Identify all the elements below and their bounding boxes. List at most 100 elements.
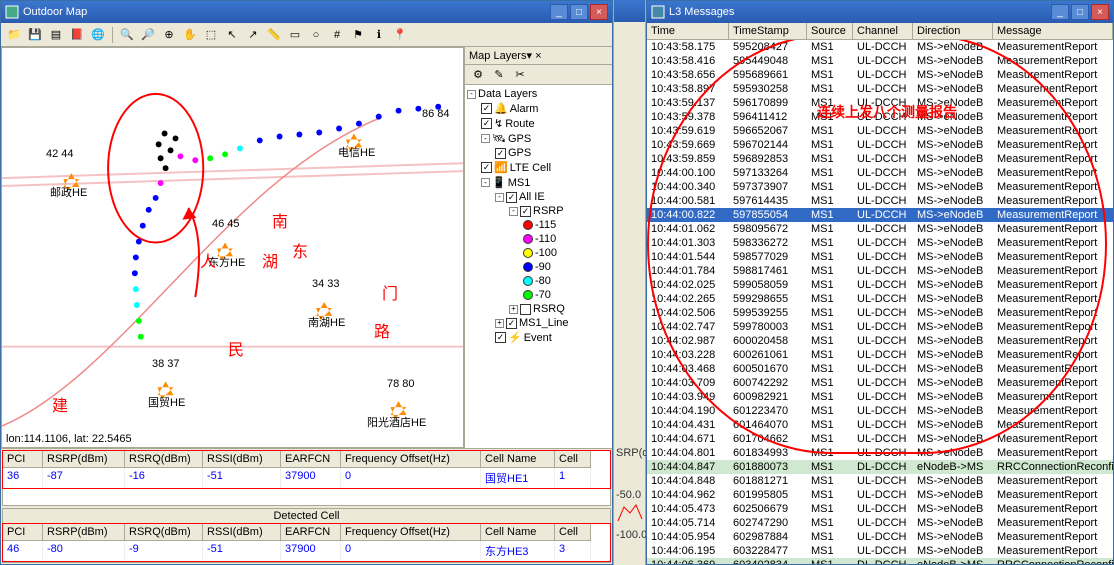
grid-icon[interactable]: # (328, 26, 346, 44)
message-row[interactable]: 10:43:58.175595208427MS1UL-DCCHMS->eNode… (647, 40, 1113, 54)
table-header[interactable]: Frequency Offset(Hz) (341, 524, 481, 541)
msg-header[interactable]: Message (993, 23, 1113, 39)
measure-icon[interactable]: 📏 (265, 26, 283, 44)
table-header[interactable]: Cell Name (481, 524, 555, 541)
map-titlebar[interactable]: Outdoor Map _ □ × (1, 1, 612, 23)
collapse-icon[interactable]: - (509, 207, 518, 216)
message-row[interactable]: 10:43:59.669596702144MS1UL-DCCHMS->eNode… (647, 138, 1113, 152)
message-row[interactable]: 10:43:58.897595930258MS1UL-DCCHMS->eNode… (647, 82, 1113, 96)
msgs-titlebar[interactable]: L3 Messages _ □ × (647, 1, 1113, 23)
message-row[interactable]: 10:44:04.431601464070MS1UL-DCCHMS->eNode… (647, 418, 1113, 432)
table-header[interactable]: RSRP(dBm) (43, 451, 125, 468)
message-row[interactable]: 10:44:01.544598577029MS1UL-DCCHMS->eNode… (647, 250, 1113, 264)
table-header[interactable]: EARFCN (281, 524, 341, 541)
tree-rsrq[interactable]: RSRQ (533, 303, 565, 315)
message-row[interactable]: 10:44:00.822597855054MS1UL-DCCHMS->eNode… (647, 208, 1113, 222)
message-row[interactable]: 10:44:05.954602987884MS1UL-DCCHMS->eNode… (647, 530, 1113, 544)
table-header[interactable]: Cell (555, 451, 591, 468)
tree-ms1line[interactable]: MS1_Line (519, 317, 569, 329)
message-row[interactable]: 10:44:05.714602747290MS1UL-DCCHMS->eNode… (647, 516, 1113, 530)
msg-header[interactable]: Time (647, 23, 729, 39)
message-row[interactable]: 10:44:03.709600742292MS1UL-DCCHMS->eNode… (647, 376, 1113, 390)
save-icon[interactable]: 💾 (26, 26, 44, 44)
minimize-button[interactable]: _ (1051, 4, 1069, 20)
close-button[interactable]: × (590, 4, 608, 20)
message-row[interactable]: 10:44:05.473602506679MS1UL-DCCHMS->eNode… (647, 502, 1113, 516)
msg-header[interactable]: Source (807, 23, 853, 39)
layers-close-icon[interactable]: × (535, 50, 541, 62)
collapse-icon[interactable]: - (495, 193, 504, 202)
layer-tool-2-icon[interactable]: ✎ (490, 66, 508, 84)
message-row[interactable]: 10:43:59.619596652067MS1UL-DCCHMS->eNode… (647, 124, 1113, 138)
tree-alarm[interactable]: Alarm (510, 103, 539, 115)
message-row[interactable]: 10:44:02.506599539255MS1UL-DCCHMS->eNode… (647, 306, 1113, 320)
detected-cell-table[interactable]: PCIRSRP(dBm)RSRQ(dBm)RSSI(dBm)EARFCNFreq… (3, 524, 610, 561)
checkbox[interactable]: ✓ (506, 318, 517, 329)
checkbox[interactable]: ✓ (481, 103, 492, 114)
message-row[interactable]: 10:44:02.265599298655MS1UL-DCCHMS->eNode… (647, 292, 1113, 306)
message-row[interactable]: 10:44:03.949600982921MS1UL-DCCHMS->eNode… (647, 390, 1113, 404)
message-row[interactable]: 10:44:04.801601834993MS1UL-DCCHMS->eNode… (647, 446, 1113, 460)
message-row[interactable]: 10:43:58.656595689661MS1UL-DCCHMS->eNode… (647, 68, 1113, 82)
message-row[interactable]: 10:44:06.369603402834MS1DL-DCCHeNodeB->M… (647, 558, 1113, 564)
close-button[interactable]: × (1091, 4, 1109, 20)
layers-dropdown-icon[interactable]: ▾ (526, 49, 532, 62)
arrow-icon[interactable]: ↗ (244, 26, 262, 44)
table-header[interactable]: RSSI(dBm) (203, 451, 281, 468)
pin-icon[interactable]: 📍 (391, 26, 409, 44)
pan-icon[interactable]: ✋ (181, 26, 199, 44)
message-row[interactable]: 10:44:01.062598095672MS1UL-DCCHMS->eNode… (647, 222, 1113, 236)
expand-icon[interactable]: + (509, 305, 518, 314)
message-row[interactable]: 10:44:02.025599058059MS1UL-DCCHMS->eNode… (647, 278, 1113, 292)
table-header[interactable]: RSRQ(dBm) (125, 451, 203, 468)
zoom-in-icon[interactable]: 🔍 (118, 26, 136, 44)
message-row[interactable]: 10:44:01.784598817461MS1UL-DCCHMS->eNode… (647, 264, 1113, 278)
zoom-out-icon[interactable]: 🔎 (139, 26, 157, 44)
tree-rsrp[interactable]: RSRP (533, 205, 564, 217)
tree-gps2[interactable]: GPS (508, 147, 531, 159)
message-row[interactable]: 10:44:00.340597373907MS1UL-DCCHMS->eNode… (647, 180, 1113, 194)
circle-icon[interactable]: ○ (307, 26, 325, 44)
tree-event[interactable]: Event (524, 332, 552, 344)
message-row[interactable]: 10:44:06.195603228477MS1UL-DCCHMS->eNode… (647, 544, 1113, 558)
message-row[interactable]: 10:44:01.303598336272MS1UL-DCCHMS->eNode… (647, 236, 1113, 250)
message-row[interactable]: 10:43:59.137596170899MS1UL-DCCHMS->eNode… (647, 96, 1113, 110)
checkbox[interactable]: ✓ (495, 148, 506, 159)
checkbox[interactable]: ✓ (520, 206, 531, 217)
flag-icon[interactable]: ⚑ (349, 26, 367, 44)
open-icon[interactable]: 📁 (5, 26, 23, 44)
message-row[interactable]: 10:44:03.468600501670MS1UL-DCCHMS->eNode… (647, 362, 1113, 376)
table-header[interactable]: Cell (555, 524, 591, 541)
message-row[interactable]: 10:44:00.581597614435MS1UL-DCCHMS->eNode… (647, 194, 1113, 208)
layer-tool-1-icon[interactable]: ⚙ (469, 66, 487, 84)
tree-lte[interactable]: LTE Cell (510, 162, 551, 174)
book-icon[interactable]: 📕 (68, 26, 86, 44)
maximize-button[interactable]: □ (1071, 4, 1089, 20)
message-row[interactable]: 10:44:03.228600261061MS1UL-DCCHMS->eNode… (647, 348, 1113, 362)
table-header[interactable]: RSRP(dBm) (43, 524, 125, 541)
collapse-icon[interactable]: - (481, 178, 490, 187)
msg-header[interactable]: TimeStamp (729, 23, 807, 39)
message-row[interactable]: 10:44:02.987600020458MS1UL-DCCHMS->eNode… (647, 334, 1113, 348)
table-header[interactable]: RSRQ(dBm) (125, 524, 203, 541)
table-header[interactable]: EARFCN (281, 451, 341, 468)
pointer-icon[interactable]: ↖ (223, 26, 241, 44)
collapse-icon[interactable]: - (467, 90, 476, 99)
checkbox[interactable]: ✓ (481, 118, 492, 129)
tree-allie[interactable]: All IE (519, 191, 545, 203)
tree-ms1[interactable]: MS1 (508, 177, 531, 189)
checkbox[interactable] (520, 304, 531, 315)
table-header[interactable]: Cell Name (481, 451, 555, 468)
messages-header[interactable]: TimeTimeStampSourceChannelDirectionMessa… (647, 23, 1113, 40)
map-canvas[interactable]: 42 44 邮政HE 46 45 东方HE 34 33 南湖HE 38 37 国… (1, 47, 464, 448)
message-row[interactable]: 10:44:00.100597133264MS1UL-DCCHMS->eNode… (647, 166, 1113, 180)
layers-tree[interactable]: -Data Layers ✓🔔Alarm ✓↯Route -🛰GPS ✓GPS … (465, 85, 612, 448)
select-icon[interactable]: ⬚ (202, 26, 220, 44)
message-row[interactable]: 10:44:04.671601704662MS1UL-DCCHMS->eNode… (647, 432, 1113, 446)
checkbox[interactable]: ✓ (506, 192, 517, 203)
table-header[interactable]: PCI (3, 524, 43, 541)
message-row[interactable]: 10:43:59.859596892853MS1UL-DCCHMS->eNode… (647, 152, 1113, 166)
globe-icon[interactable]: 🌐 (89, 26, 107, 44)
message-row[interactable]: 10:44:04.190601223470MS1UL-DCCHMS->eNode… (647, 404, 1113, 418)
serving-cell-table[interactable]: PCIRSRP(dBm)RSRQ(dBm)RSSI(dBm)EARFCNFreq… (3, 451, 610, 488)
